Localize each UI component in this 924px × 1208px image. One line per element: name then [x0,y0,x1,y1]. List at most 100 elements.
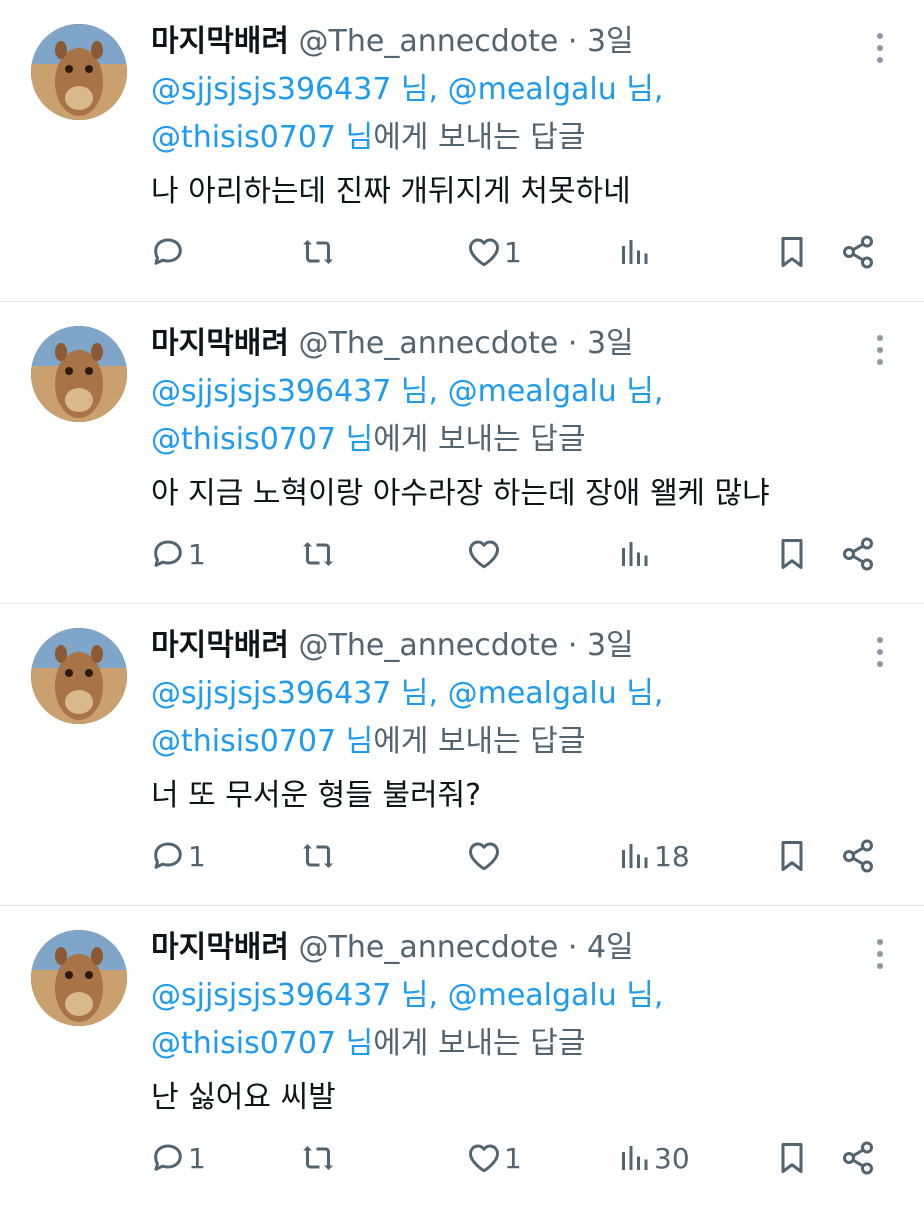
timestamp[interactable]: 4일 [587,930,634,965]
retweet-icon [303,1146,333,1170]
retweet-icon [303,240,333,264]
mention-links[interactable]: @sjjsjsjs396437 님, @mealgalu 님, [151,978,663,1013]
separator-dot: · [567,326,578,361]
tweet-1[interactable]: 마지막배려 @The_annecdote · 3일 @sjjsjsjs39643… [0,302,924,604]
share-icon [843,235,873,269]
user-handle[interactable]: @The_annecdote [299,930,559,965]
retweet-button[interactable] [300,232,338,272]
retweet-button[interactable] [300,836,338,876]
like-button[interactable] [466,534,504,574]
tweet-3[interactable]: 마지막배려 @The_annecdote · 4일 @sjjsjsjs39643… [0,906,924,1208]
more-vertical-icon[interactable] [870,28,890,68]
like-button[interactable]: 1 [466,1138,522,1178]
views-count: 18 [654,839,690,873]
tweet-text: 너 또 무서운 형들 불러줘? [151,778,482,813]
heart-icon [469,540,499,569]
tweet-header: 마지막배려 @The_annecdote · 4일 [151,924,884,972]
timestamp[interactable]: 3일 [587,326,634,361]
separator-dot: · [567,24,578,59]
share-icon [843,537,873,571]
reply-to-line: @sjjsjsjs396437 님, @mealgalu 님, [151,972,884,1020]
tweet-text: 난 싫어요 씨발 [151,1080,336,1115]
share-icon [843,1141,873,1175]
share-button[interactable] [840,1138,876,1178]
reply-button[interactable]: 1 [150,836,206,876]
like-count: 1 [504,1141,522,1175]
reply-feed: 마지막배려 @The_annecdote · 3일 @sjjsjsjs39643… [0,0,924,1208]
mention-links[interactable]: @sjjsjsjs396437 님, @mealgalu 님, [151,72,663,107]
more-vertical-icon[interactable] [870,934,890,974]
action-bar: 1 1 30 [150,1138,884,1178]
tweet-header: 마지막배려 @The_annecdote · 3일 [151,18,884,66]
retweet-button[interactable] [300,534,338,574]
reply-to-line-2: @thisis0707 님에게 보내는 답글 [151,416,884,464]
avatar[interactable] [31,24,127,120]
views-button[interactable] [616,534,654,574]
avatar[interactable] [31,930,127,1026]
action-bar: 1 [150,232,884,272]
reply-icon [154,540,182,567]
reply-suffix: 에게 보내는 답글 [373,120,586,155]
heart-icon [469,1144,499,1173]
more-vertical-icon[interactable] [870,632,890,672]
views-icon [622,844,648,868]
reply-count: 1 [188,537,206,571]
like-button[interactable] [466,836,504,876]
bookmark-button[interactable] [774,232,810,272]
avatar[interactable] [31,326,127,422]
bookmark-button[interactable] [774,534,810,574]
display-name[interactable]: 마지막배려 [151,326,289,361]
more-vertical-icon[interactable] [870,330,890,370]
mention-link[interactable]: @thisis0707 님 [151,422,373,457]
reply-button[interactable]: 1 [150,1138,206,1178]
views-button[interactable] [616,232,654,272]
views-icon [622,240,648,264]
tweet-header: 마지막배려 @The_annecdote · 3일 [151,320,884,368]
tweet-header: 마지막배려 @The_annecdote · 3일 [151,622,884,670]
avatar[interactable] [31,628,127,724]
bookmark-icon [781,841,803,871]
share-button[interactable] [840,534,876,574]
reply-suffix: 에게 보내는 답글 [373,1026,586,1061]
reply-to-line: @sjjsjsjs396437 님, @mealgalu 님, [151,368,884,416]
views-icon [622,1146,648,1170]
reply-to-line: @sjjsjsjs396437 님, @mealgalu 님, [151,66,884,114]
mention-link[interactable]: @thisis0707 님 [151,1026,373,1061]
action-bar: 1 18 [150,836,884,876]
display-name[interactable]: 마지막배려 [151,930,289,965]
views-button[interactable]: 30 [616,1138,690,1178]
views-button[interactable]: 18 [616,836,690,876]
reply-button[interactable] [150,232,188,272]
bookmark-icon [781,539,803,569]
share-button[interactable] [840,836,876,876]
reply-to-line: @sjjsjsjs396437 님, @mealgalu 님, [151,670,884,718]
share-button[interactable] [840,232,876,272]
timestamp[interactable]: 3일 [587,628,634,663]
display-name[interactable]: 마지막배려 [151,628,289,663]
display-name[interactable]: 마지막배려 [151,24,289,59]
bookmark-button[interactable] [774,1138,810,1178]
mention-link[interactable]: @thisis0707 님 [151,724,373,759]
retweet-icon [303,542,333,566]
share-icon [843,839,873,873]
retweet-button[interactable] [300,1138,338,1178]
tweet-0[interactable]: 마지막배려 @The_annecdote · 3일 @sjjsjsjs39643… [0,0,924,302]
user-handle[interactable]: @The_annecdote [299,24,559,59]
user-handle[interactable]: @The_annecdote [299,628,559,663]
tweet-text: 아 지금 노혁이랑 아수라장 하는데 장애 왤케 많냐 [151,476,770,511]
timestamp[interactable]: 3일 [587,24,634,59]
reply-button[interactable]: 1 [150,534,206,574]
user-handle[interactable]: @The_annecdote [299,326,559,361]
mention-links[interactable]: @sjjsjsjs396437 님, @mealgalu 님, [151,676,663,711]
tweet-2[interactable]: 마지막배려 @The_annecdote · 3일 @sjjsjsjs39643… [0,604,924,906]
like-button[interactable]: 1 [466,232,522,272]
bookmark-button[interactable] [774,836,810,876]
mention-links[interactable]: @sjjsjsjs396437 님, @mealgalu 님, [151,374,663,409]
reply-count: 1 [188,1141,206,1175]
reply-to-line-2: @thisis0707 님에게 보내는 답글 [151,1020,884,1068]
reply-suffix: 에게 보내는 답글 [373,724,586,759]
mention-link[interactable]: @thisis0707 님 [151,120,373,155]
retweet-icon [303,844,333,868]
like-count: 1 [504,235,522,269]
reply-to-line-2: @thisis0707 님에게 보내는 답글 [151,114,884,162]
